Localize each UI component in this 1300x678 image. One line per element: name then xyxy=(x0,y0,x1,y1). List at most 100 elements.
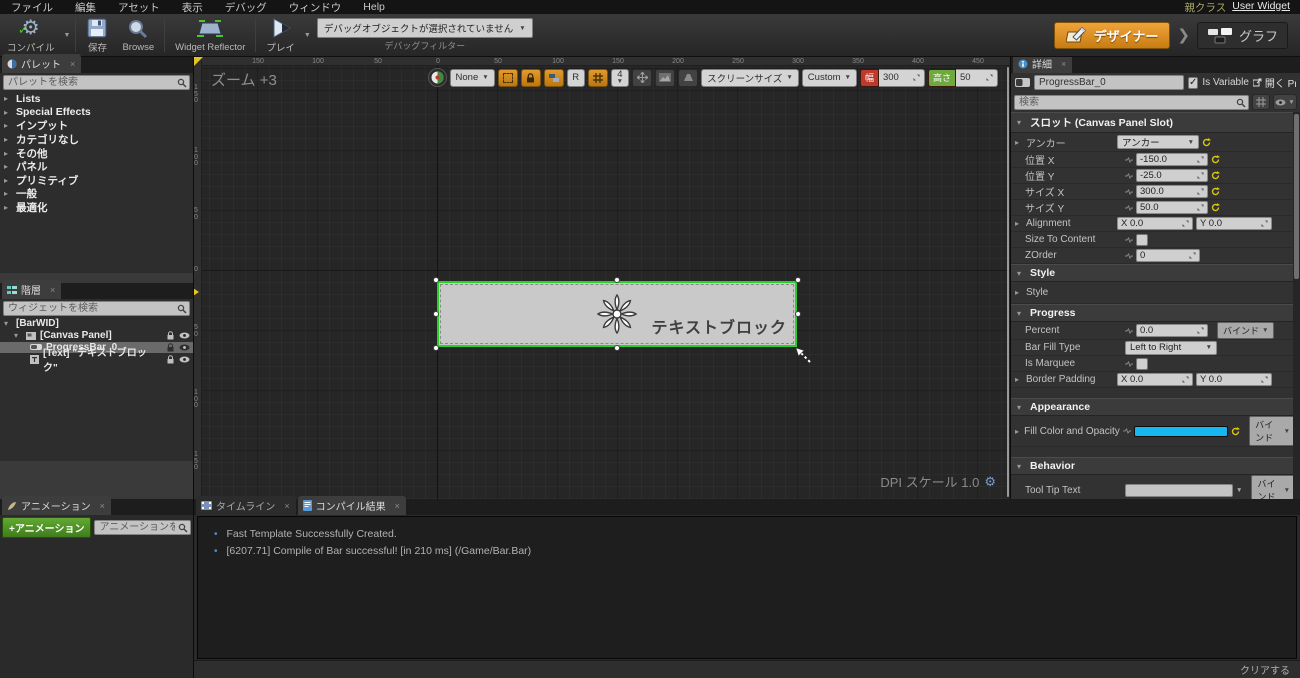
close-icon[interactable]: × xyxy=(1061,59,1066,69)
close-icon[interactable]: × xyxy=(100,501,105,511)
tab-details[interactable]: 詳細 × xyxy=(1013,57,1073,73)
alignment-y-spinbox[interactable]: Y 0.0 xyxy=(1196,217,1272,230)
palette-category-common[interactable]: ▸ 一般 xyxy=(0,187,193,201)
lock-icon[interactable] xyxy=(166,355,175,364)
menu-help[interactable]: Help xyxy=(352,1,396,13)
open-progressbar-link[interactable]: 開く ProgressBar xyxy=(1252,75,1296,90)
is-variable-checkbox[interactable]: ✓ xyxy=(1188,76,1199,89)
lock-icon[interactable] xyxy=(166,343,175,352)
dpi-settings-gear-icon[interactable]: ⚙ xyxy=(984,474,996,490)
debug-object-dropdown[interactable]: デバッグオブジェクトが選択されていません ▼ xyxy=(316,18,533,38)
close-icon[interactable]: × xyxy=(70,59,75,69)
compile-log[interactable]: • Fast Template Successfully Created. • … xyxy=(197,516,1297,659)
tab-hierarchy[interactable]: 階層 × xyxy=(2,280,62,299)
lock-toggle-button[interactable] xyxy=(520,68,541,87)
section-style[interactable]: ▾ Style xyxy=(1011,264,1300,282)
details-search-input[interactable] xyxy=(1014,94,1249,110)
palette-category-lists[interactable]: ▸ Lists xyxy=(0,92,193,106)
add-animation-button[interactable]: +アニメーション xyxy=(2,517,92,538)
hierarchy-item-barwid[interactable]: ▾ [BarWID] xyxy=(0,318,193,330)
outline-toggle-button[interactable] xyxy=(497,68,518,87)
tab-palette[interactable]: パレット × xyxy=(2,54,82,73)
clear-log-button[interactable]: クリアする xyxy=(1240,662,1290,677)
save-button[interactable]: 保存 xyxy=(79,14,115,56)
section-progress[interactable]: ▾ Progress xyxy=(1011,304,1300,322)
resize-handle[interactable] xyxy=(614,277,620,283)
palette-category-panel[interactable]: ▸ パネル xyxy=(0,160,193,174)
border-padding-y-spinbox[interactable]: Y 0.0 xyxy=(1196,373,1272,386)
resize-handle[interactable] xyxy=(614,345,620,351)
close-icon[interactable]: × xyxy=(395,501,400,511)
reset-icon[interactable] xyxy=(1211,203,1220,212)
reset-icon[interactable] xyxy=(1211,187,1220,196)
play-options-caret[interactable]: ▼ xyxy=(304,32,311,39)
size-x-spinbox[interactable]: 300.0 xyxy=(1136,185,1208,198)
property-matrix-icon[interactable] xyxy=(1252,94,1270,110)
custom-size-dropdown[interactable]: Custom ▼ xyxy=(801,68,857,87)
position-x-spinbox[interactable]: -150.0 xyxy=(1136,153,1208,166)
palette-category-input[interactable]: ▸ インプット xyxy=(0,119,193,133)
resize-handle[interactable] xyxy=(795,277,801,283)
snap-size-dropdown[interactable]: 4 ▼ xyxy=(610,68,630,87)
browse-button[interactable]: Browse xyxy=(115,14,161,56)
size-y-spinbox[interactable]: 50.0 xyxy=(1136,201,1208,214)
width-spinbox[interactable]: 300 xyxy=(878,68,925,87)
anchor-dropdown[interactable]: アンカー ▼ xyxy=(1117,135,1199,149)
palette-category-optimization[interactable]: ▸ 最適化 xyxy=(0,201,193,215)
details-scrollbar-thumb[interactable] xyxy=(1294,114,1299,279)
tab-compile-results[interactable]: コンパイル結果 × xyxy=(297,496,406,515)
hierarchy-item-canvas-panel[interactable]: ▾ [Canvas Panel] xyxy=(0,330,193,342)
animation-search-input[interactable] xyxy=(94,520,191,535)
close-icon[interactable]: × xyxy=(50,285,55,295)
play-button[interactable]: プレイ xyxy=(259,14,302,56)
position-y-spinbox[interactable]: -25.0 xyxy=(1136,169,1208,182)
variable-toggle-icon[interactable] xyxy=(1015,78,1030,87)
fill-color-bind-button[interactable]: バインド ▼ xyxy=(1249,416,1297,446)
palette-category-primitive[interactable]: ▸ プリミティブ xyxy=(0,174,193,188)
section-appearance[interactable]: ▾ Appearance xyxy=(1011,398,1300,416)
menu-edit[interactable]: 編集 xyxy=(64,0,107,15)
widget-reflector-button[interactable]: Widget Reflector xyxy=(168,14,252,56)
reset-icon[interactable] xyxy=(1211,155,1220,164)
preview-background-icon[interactable] xyxy=(655,68,676,87)
safe-zone-icon[interactable] xyxy=(678,68,699,87)
hierarchy-item-textblock[interactable]: [Text] "テキストブロック" xyxy=(0,348,193,374)
graph-mode-button[interactable]: グラフ xyxy=(1196,21,1288,49)
border-padding-x-spinbox[interactable]: X 0.0 xyxy=(1117,373,1193,386)
compile-button[interactable]: ⚙ ✓ コンパイル xyxy=(0,14,62,56)
height-spinbox[interactable]: 50 xyxy=(956,68,998,87)
none-dropdown[interactable]: None ▼ xyxy=(449,68,495,87)
reset-icon[interactable] xyxy=(1211,171,1220,180)
caret-down-icon[interactable]: ▼ xyxy=(1236,487,1242,494)
palette-category-uncategorized[interactable]: ▸ カテゴリなし xyxy=(0,133,193,147)
transform-move-icon[interactable] xyxy=(632,68,653,87)
percent-bind-button[interactable]: バインド ▼ xyxy=(1217,322,1275,339)
compile-options-caret[interactable]: ▼ xyxy=(64,32,71,39)
percent-spinbox[interactable]: 0.0 xyxy=(1136,324,1208,337)
zorder-spinbox[interactable]: 0 xyxy=(1136,249,1200,262)
menu-window[interactable]: ウィンドウ xyxy=(278,0,353,15)
parent-class-link[interactable]: User Widget xyxy=(1232,0,1290,15)
resize-arrow-cursor[interactable] xyxy=(795,347,813,365)
progressbar-widget-selection[interactable]: テキストブロック xyxy=(433,277,811,363)
size-to-content-checkbox[interactable] xyxy=(1136,233,1148,246)
palette-category-misc[interactable]: ▸ その他 xyxy=(0,146,193,160)
display-filter-eye-icon[interactable]: ▼ xyxy=(1273,94,1297,110)
menu-debug[interactable]: デバッグ xyxy=(214,0,278,15)
localization-preview-icon[interactable] xyxy=(427,68,447,87)
hierarchy-search-input[interactable] xyxy=(3,301,190,316)
bar-fill-type-dropdown[interactable]: Left to Right ▼ xyxy=(1125,340,1217,355)
resize-handle[interactable] xyxy=(433,311,439,317)
tooltip-bind-button[interactable]: バインド ▼ xyxy=(1251,475,1296,499)
resize-handle[interactable] xyxy=(795,311,801,317)
designer-canvas[interactable]: 150 100 50 0 50 100 150 200 250 300 350 … xyxy=(193,57,1010,499)
widget-name-input[interactable] xyxy=(1034,75,1184,90)
eye-icon[interactable] xyxy=(179,344,190,351)
grid-snap-toggle-button[interactable] xyxy=(587,68,608,87)
eye-icon[interactable] xyxy=(179,356,190,363)
eye-icon[interactable] xyxy=(179,332,190,339)
palette-category-special-effects[interactable]: ▸ Special Effects xyxy=(0,106,193,120)
reset-icon[interactable] xyxy=(1202,137,1211,147)
tooltip-text-input[interactable] xyxy=(1125,483,1233,497)
designer-mode-button[interactable]: デザイナー xyxy=(1053,21,1171,49)
